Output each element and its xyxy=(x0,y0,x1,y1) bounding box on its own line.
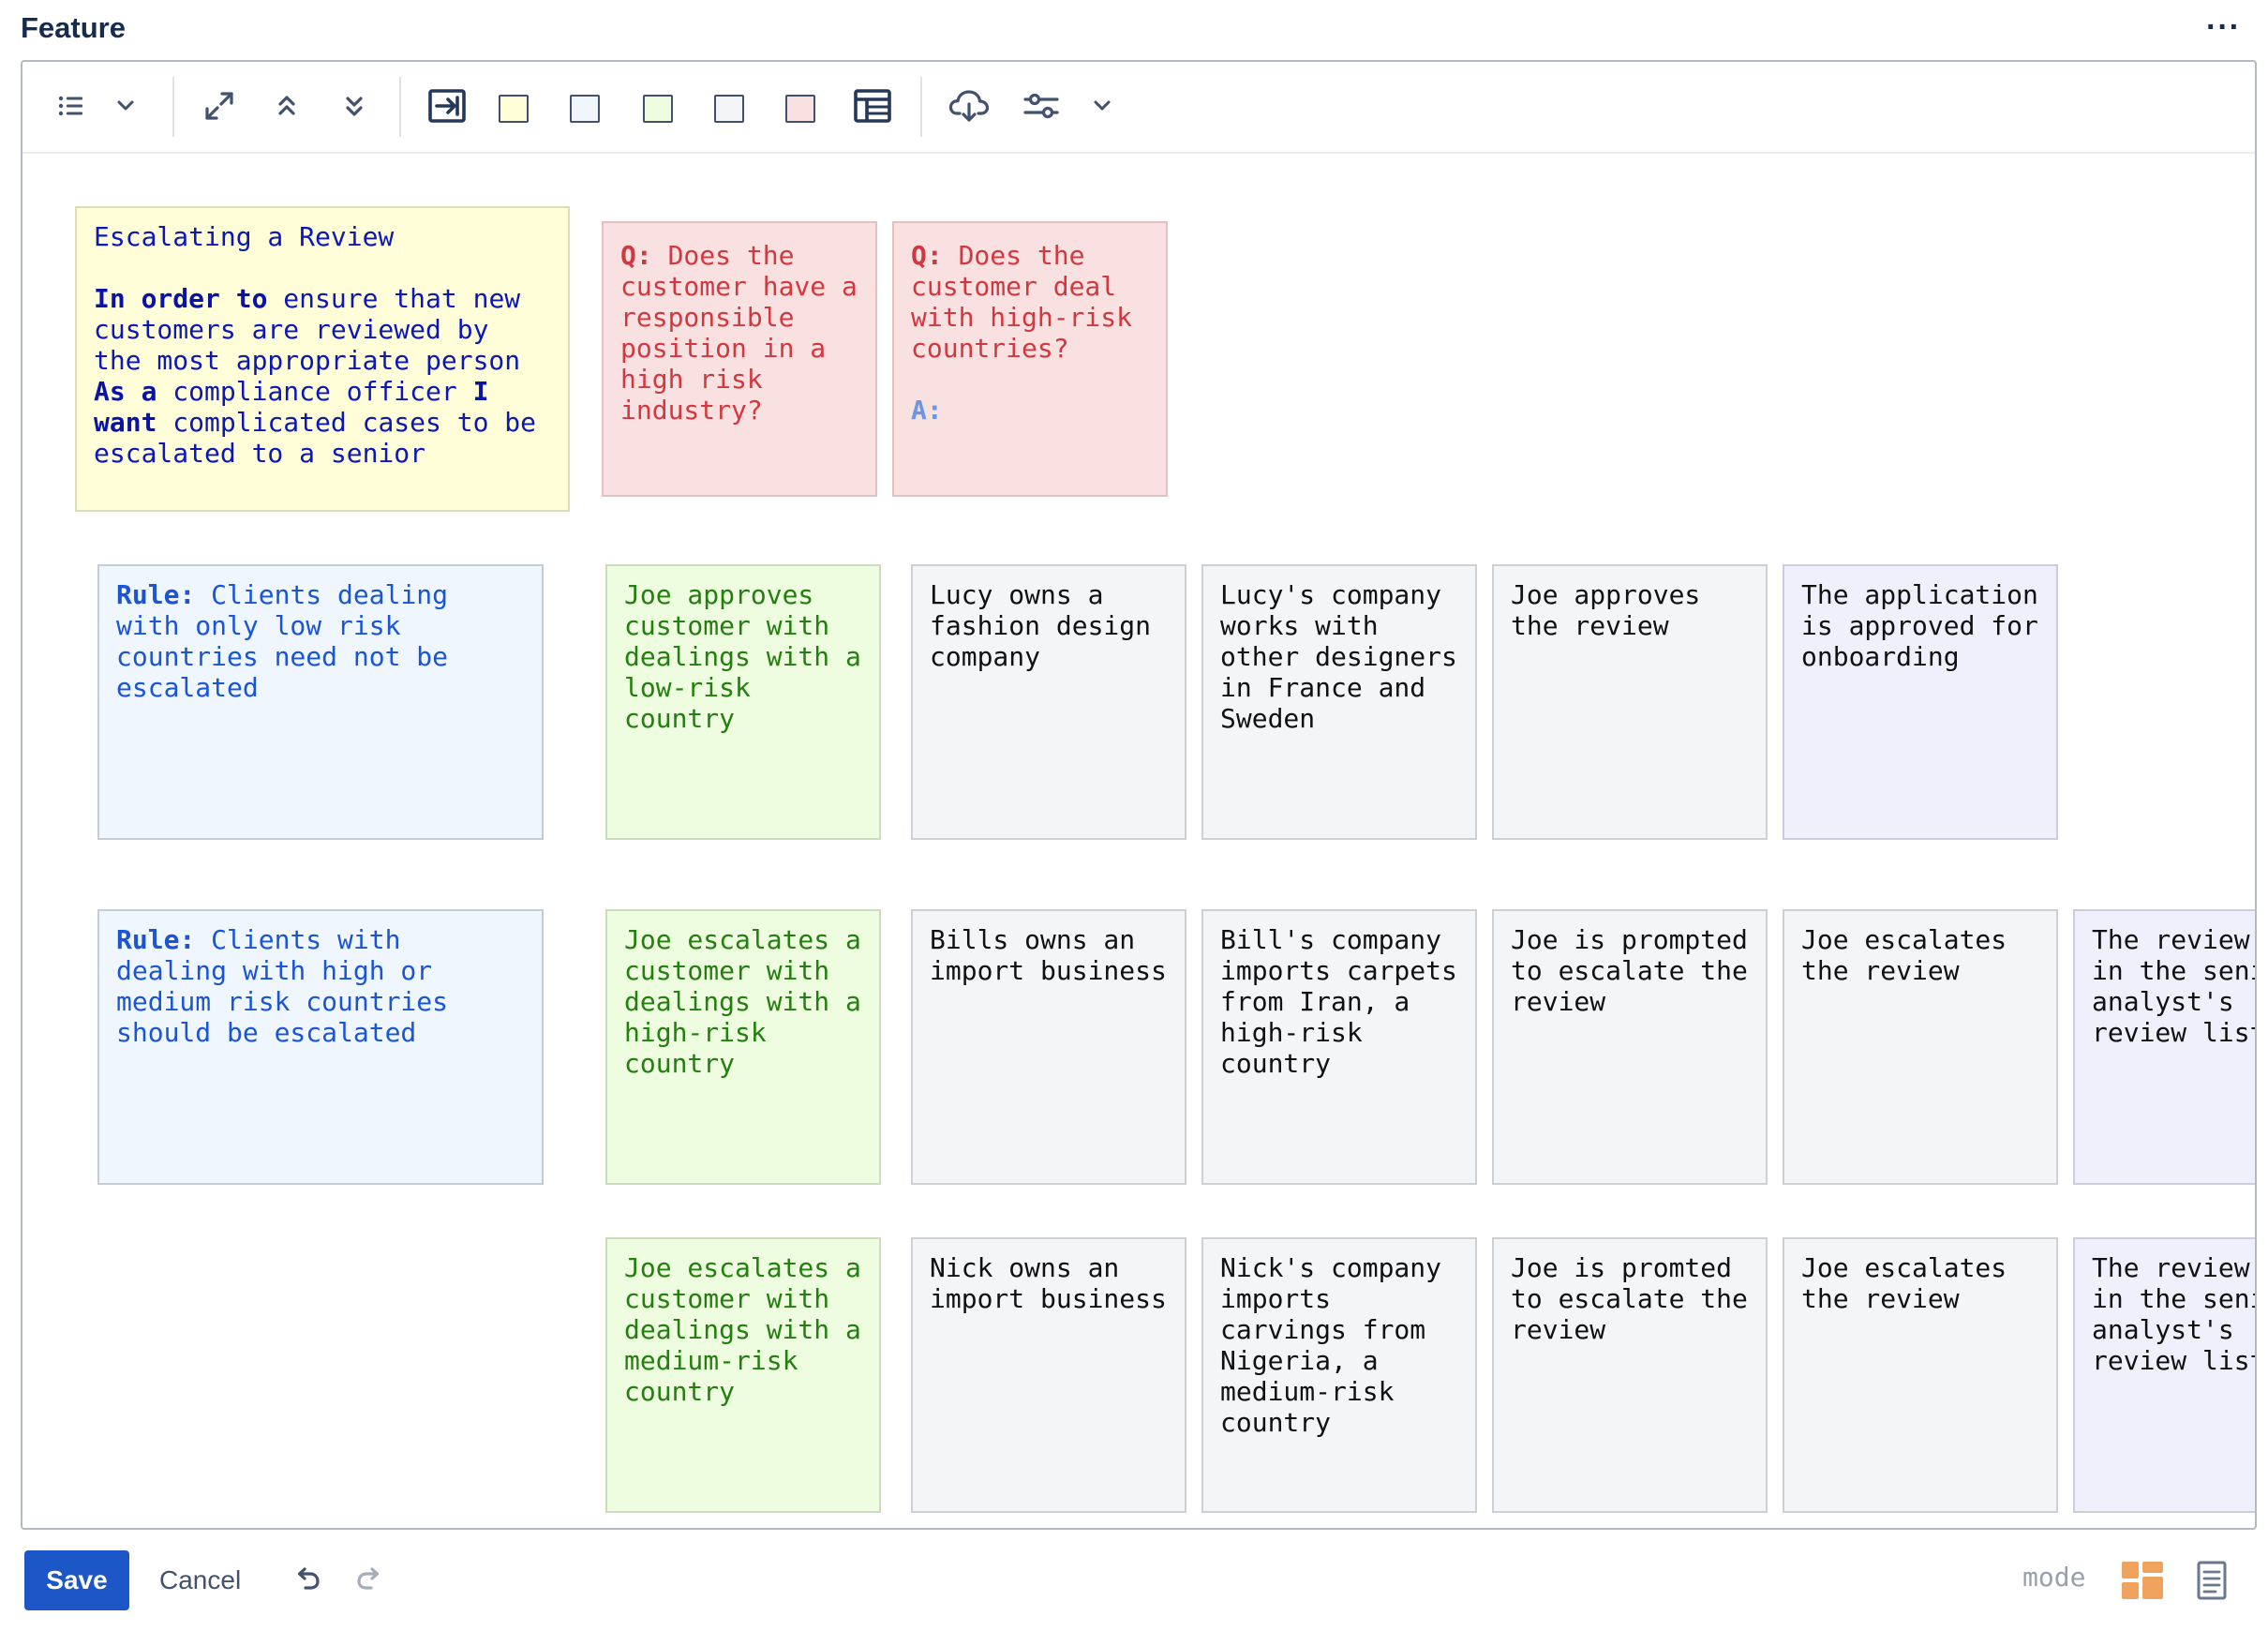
toolbar xyxy=(22,62,2255,154)
step-card[interactable]: Bills owns an import business xyxy=(911,909,1186,1185)
list-icon[interactable] xyxy=(52,83,90,128)
blue-card-swatch[interactable] xyxy=(570,95,600,123)
question-card[interactable]: Q: Does the customer have a responsible … xyxy=(602,221,877,497)
question-keyword: Q: xyxy=(911,240,943,271)
green-card-swatch[interactable] xyxy=(643,95,673,123)
insert-into-icon[interactable] xyxy=(424,83,470,128)
toolbar-separator xyxy=(399,77,401,137)
chevron-down-icon[interactable] xyxy=(109,83,142,128)
feature-title: Escalating a Review xyxy=(94,221,395,252)
rule-card[interactable]: Rule: Clients dealing with only low risk… xyxy=(97,564,544,840)
as-a-keyword: As a xyxy=(94,376,157,407)
cloud-download-icon[interactable] xyxy=(945,83,993,128)
collapse-up-icon[interactable] xyxy=(268,83,306,128)
answer-keyword: A: xyxy=(911,395,943,426)
toolbar-separator xyxy=(920,77,922,137)
chevron-down-icon[interactable] xyxy=(1087,83,1117,128)
outcome-card[interactable]: The review is in the senior analyst's re… xyxy=(2073,909,2255,1185)
in-order-to-keyword: In order to xyxy=(94,283,268,314)
example-map-canvas: Escalating a Review In order to ensure t… xyxy=(22,154,2255,1528)
step-card[interactable]: Joe escalates the review xyxy=(1783,909,2058,1185)
outcome-card[interactable]: The review is in the senior analyst's re… xyxy=(2073,1237,2255,1513)
step-card[interactable]: Lucy's company works with other designer… xyxy=(1201,564,1477,840)
outcome-card[interactable]: The application is approved for onboardi… xyxy=(1783,564,2058,840)
expand-down-icon[interactable] xyxy=(336,83,373,128)
cancel-button[interactable]: Cancel xyxy=(148,1550,252,1610)
question-card[interactable]: Q: Does the customer deal with high-risk… xyxy=(892,221,1168,497)
more-options-button[interactable]: ··· xyxy=(2206,9,2241,46)
table-icon[interactable] xyxy=(849,83,896,128)
example-card[interactable]: Joe escalates a customer with dealings w… xyxy=(605,909,881,1185)
question-text: Does the customer deal with high-risk co… xyxy=(911,240,1148,364)
step-card[interactable]: Nick's company imports carvings from Nig… xyxy=(1201,1237,1477,1513)
question-text: Does the customer have a responsible pos… xyxy=(620,240,873,426)
red-card-swatch[interactable] xyxy=(785,95,815,123)
rule-keyword: Rule: xyxy=(116,924,196,955)
yellow-card-swatch[interactable] xyxy=(499,95,529,123)
step-card[interactable]: Joe is promted to escalate the review xyxy=(1492,1237,1768,1513)
toolbar-separator xyxy=(172,77,174,137)
question-keyword: Q: xyxy=(620,240,652,271)
gray-card-swatch[interactable] xyxy=(714,95,744,123)
i-want-text: complicated cases to be escalated to a s… xyxy=(94,407,552,469)
rule-keyword: Rule: xyxy=(116,579,196,610)
step-card[interactable]: Joe escalates the review xyxy=(1783,1237,2058,1513)
example-card[interactable]: Joe escalates a customer with dealings w… xyxy=(605,1237,881,1513)
mode-label: mode xyxy=(2022,1562,2086,1593)
redo-icon[interactable] xyxy=(356,1565,384,1596)
step-card[interactable]: Joe is prompted to escalate the review xyxy=(1492,909,1768,1185)
step-card[interactable]: Lucy owns a fashion design company xyxy=(911,564,1186,840)
expand-icon[interactable] xyxy=(199,83,240,128)
feature-editor: Escalating a Review In order to ensure t… xyxy=(21,60,2257,1530)
save-button[interactable]: Save xyxy=(24,1550,129,1610)
step-card[interactable]: Nick owns an import business xyxy=(911,1237,1186,1513)
settings-sliders-icon[interactable] xyxy=(1018,83,1065,128)
document-mode-icon[interactable] xyxy=(2195,1560,2229,1606)
rule-card[interactable]: Rule: Clients with dealing with high or … xyxy=(97,909,544,1185)
grid-mode-icon[interactable] xyxy=(2120,1560,2165,1606)
as-a-text: compliance officer xyxy=(157,376,473,407)
example-card[interactable]: Joe approves customer with dealings with… xyxy=(605,564,881,840)
step-card[interactable]: Bill's company imports carpets from Iran… xyxy=(1201,909,1477,1185)
undo-icon[interactable] xyxy=(292,1565,321,1596)
step-card[interactable]: Joe approves the review xyxy=(1492,564,1768,840)
page-title: Feature xyxy=(21,11,126,44)
feature-card[interactable]: Escalating a Review In order to ensure t… xyxy=(75,206,570,512)
